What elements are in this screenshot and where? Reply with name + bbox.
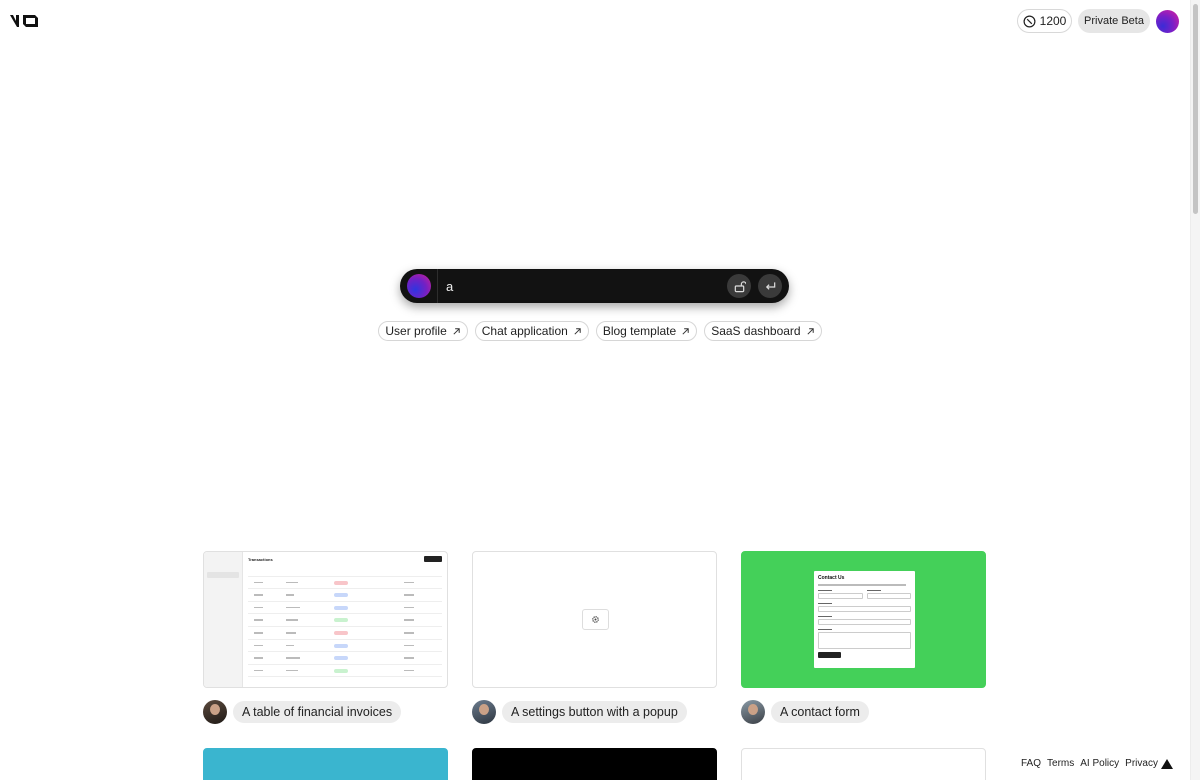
gallery-caption[interactable]: A table of financial invoices: [233, 701, 402, 723]
submit-button[interactable]: [758, 274, 782, 298]
gallery-meta-contact: A contact form: [741, 700, 869, 724]
preview-row: [248, 577, 442, 590]
gallery-meta-invoices: A table of financial invoices: [203, 700, 402, 724]
footer-link-faq[interactable]: FAQ: [1021, 758, 1041, 769]
model-orb-icon[interactable]: [407, 274, 431, 298]
gallery-card-teal[interactable]: [203, 748, 448, 780]
gallery-caption[interactable]: A settings button with a popup: [502, 701, 687, 723]
scrollbar-thumb[interactable]: [1193, 4, 1198, 214]
arrow-up-right-icon: [682, 327, 689, 335]
preview-row: [248, 614, 442, 627]
scrollbar[interactable]: [1190, 0, 1200, 780]
prompt-input[interactable]: [446, 277, 706, 295]
preview-table-title: Transactions: [248, 557, 273, 562]
chip-blog-template[interactable]: Blog template: [595, 321, 698, 341]
user-avatar[interactable]: [1156, 10, 1179, 33]
preview-row: [248, 627, 442, 640]
footer-link-ai-policy[interactable]: AI Policy: [1080, 758, 1119, 769]
gallery-caption[interactable]: A contact form: [771, 701, 869, 723]
gallery-meta-settings: A settings button with a popup: [472, 700, 687, 724]
preview-download-button: [424, 556, 442, 562]
gear-icon: [592, 616, 599, 623]
arrow-up-right-icon: [807, 327, 814, 335]
v0-logo[interactable]: [9, 12, 41, 30]
footer-links: FAQ Terms AI Policy Privacy: [1021, 758, 1158, 769]
gallery-card-black[interactable]: [472, 748, 717, 780]
privacy-lock-button[interactable]: [727, 274, 751, 298]
preview-settings-button: [582, 609, 609, 630]
contact-form-preview: Contact Us: [814, 571, 915, 668]
enter-icon: [765, 281, 775, 290]
preview-row: [248, 652, 442, 665]
chip-label: Blog template: [602, 324, 677, 338]
private-beta-button[interactable]: Private Beta: [1078, 9, 1150, 33]
arrow-up-right-icon: [453, 327, 460, 335]
author-avatar[interactable]: [472, 700, 496, 724]
prompt-bar: [400, 269, 789, 303]
preview-row: [248, 589, 442, 602]
credits-badge[interactable]: 1200: [1017, 9, 1072, 33]
preview-row: [248, 640, 442, 653]
gallery-card-contact[interactable]: Contact Us: [741, 551, 986, 688]
table-preview: Transactions: [204, 552, 447, 687]
vercel-triangle-icon[interactable]: [1161, 759, 1173, 769]
preview-sidebar: [204, 552, 243, 687]
chip-label: User profile: [385, 324, 447, 338]
chip-saas-dashboard[interactable]: SaaS dashboard: [704, 321, 822, 341]
chip-label: Chat application: [481, 324, 568, 338]
unlock-icon: [734, 280, 746, 292]
preview-row: [248, 602, 442, 615]
preview-row: [248, 665, 442, 678]
footer-link-privacy[interactable]: Privacy: [1125, 758, 1158, 769]
gallery-card-white[interactable]: [741, 748, 986, 780]
chip-user-profile[interactable]: User profile: [378, 321, 468, 341]
prompt-divider: [437, 269, 438, 303]
suggestion-chips: User profile Chat application Blog templ…: [0, 321, 1200, 341]
arrow-up-right-icon: [574, 327, 581, 335]
preview-form-title: Contact Us: [818, 575, 845, 581]
footer-link-terms[interactable]: Terms: [1047, 758, 1074, 769]
gallery-card-settings[interactable]: [472, 551, 717, 688]
credits-count: 1200: [1039, 14, 1067, 28]
gallery-card-invoices[interactable]: Transactions: [203, 551, 448, 688]
author-avatar[interactable]: [203, 700, 227, 724]
chip-chat-application[interactable]: Chat application: [474, 321, 589, 341]
author-avatar[interactable]: [741, 700, 765, 724]
chip-label: SaaS dashboard: [711, 324, 801, 338]
clock-icon: [1023, 15, 1036, 27]
preview-header-row: [248, 564, 442, 577]
